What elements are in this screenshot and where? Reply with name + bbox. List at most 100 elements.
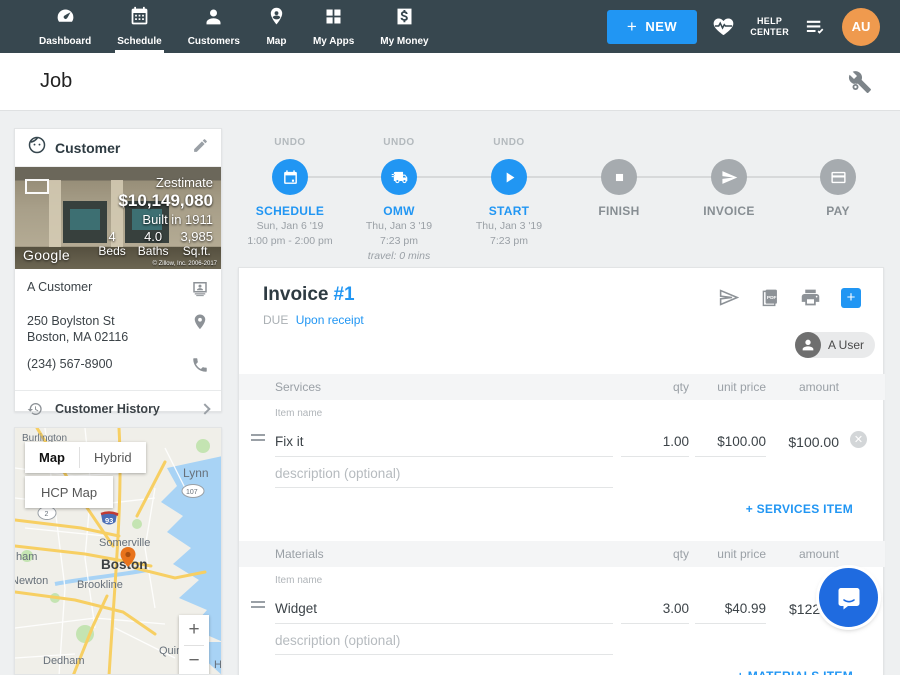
material-qty-input[interactable]: 3.00 [621,592,689,624]
nav-item-label: Schedule [117,36,161,47]
step-time: 1:00 pm - 2:00 pm [230,235,350,248]
map-type-map[interactable]: Map [25,442,79,473]
due-value-link[interactable]: Upon receipt [296,313,364,327]
zestimate-value: $10,149,080 [98,191,213,211]
print-icon[interactable] [800,287,821,308]
zestimate-label: Zestimate [98,175,213,190]
map-widget[interactable]: Burlington Lynn 107 2 93 Somerville ham … [14,427,222,675]
sqft-label: Sq.ft. [180,244,213,258]
baths-label: Baths [138,244,169,258]
phone-icon[interactable] [191,356,209,379]
invoice-step-button[interactable] [711,159,747,195]
timeline-step-pay: PAY [778,128,898,218]
schedule-step-button[interactable] [272,159,308,195]
map-shield-93: 93 [105,516,113,525]
service-qty-input[interactable]: 1.00 [621,425,689,457]
nav-item-my-money[interactable]: My Money [367,0,441,53]
assignee-chip[interactable]: A User [795,332,875,358]
material-description-input[interactable]: description (optional) [275,627,613,655]
nav-item-customers[interactable]: Customers [175,0,253,53]
delete-service-item-icon[interactable]: ✕ [850,431,867,448]
timeline-step-invoice: INVOICE [669,128,789,218]
location-pin-icon[interactable] [191,313,209,336]
add-invoice-button[interactable]: + [841,288,861,308]
calendar-icon [282,169,299,186]
qty-column-header: qty [621,547,689,561]
finish-step-button[interactable] [601,159,637,195]
edit-pencil-icon[interactable] [192,137,209,159]
undo-link[interactable]: UNDO [230,137,350,151]
pay-step-button[interactable] [820,159,856,195]
page-title: Job [40,70,72,93]
add-services-item-link[interactable]: + SERVICES ITEM [746,502,853,516]
invoice-number[interactable]: #1 [333,284,354,305]
customer-history-row[interactable]: Customer History [15,390,221,426]
step-label: SCHEDULE [230,204,350,218]
map-label-newton: Newton [15,575,48,587]
timeline-step-omw: UNDO OMW Thu, Jan 3 '19 7:23 pm travel: … [339,128,459,263]
undo-link[interactable]: UNDO [449,137,569,151]
start-step-button[interactable] [491,159,527,195]
apps-grid-icon [323,6,344,32]
property-photo: Zestimate $10,149,080 Built in 1911 4Bed… [15,167,221,269]
service-description-input[interactable]: description (optional) [275,460,613,488]
drag-handle-icon[interactable] [251,434,265,444]
undo-spacer [778,137,898,151]
stop-icon [611,169,628,186]
map-pin-icon [266,6,287,32]
invoice-title: Invoice#1 [263,284,355,306]
map-label-dedham: Dedham [43,655,85,667]
help-center-button[interactable]: HELP CENTER [750,16,789,38]
nav-item-label: My Apps [313,36,354,47]
new-button[interactable]: + NEW [607,10,697,44]
send-invoice-icon[interactable] [718,287,739,308]
plus-icon: + [627,17,637,37]
job-tools-wrench-icon[interactable] [848,70,872,94]
customer-address-row: 250 Boylston StBoston, MA 02116 [27,313,209,345]
map-type-toggle: Map Hybrid [25,442,146,473]
customer-details: A Customer 250 Boylston StBoston, MA 021… [15,269,221,379]
map-type-hybrid[interactable]: Hybrid [80,442,146,473]
map-zoom-control: + − [179,615,209,675]
nav-item-dashboard[interactable]: Dashboard [26,0,104,53]
customer-phone-row: (234) 567-8900 [27,356,209,379]
undo-link[interactable]: UNDO [339,137,459,151]
pdf-icon[interactable]: PDF [759,287,780,308]
nav-item-schedule[interactable]: Schedule [104,0,174,53]
step-date: Thu, Jan 3 '19 [449,220,569,233]
map-shield-107: 107 [186,489,198,496]
services-section-header: Services qty unit price amount [239,374,885,400]
map-zoom-in-button[interactable]: + [179,615,209,645]
baths-value: 4.0 [138,229,169,244]
map-label-ham: ham [16,551,37,563]
beds-value: 4 [98,229,125,244]
drag-handle-icon[interactable] [251,601,265,611]
user-avatar[interactable]: AU [842,8,880,46]
add-materials-item-link[interactable]: + MATERIALS ITEM [737,669,853,675]
help-center-line1: HELP [750,16,789,27]
truck-icon [391,169,408,186]
materials-section-header: Materials qty unit price amount [239,541,885,567]
material-item-name-input[interactable]: Widget [275,592,613,624]
street-view-icon[interactable] [25,179,49,194]
heart-pulse-icon[interactable] [712,15,735,38]
material-unit-price-input[interactable]: $40.99 [695,592,766,624]
timeline-step-start: UNDO START Thu, Jan 3 '19 7:23 pm [449,128,569,248]
customer-address: 250 Boylston StBoston, MA 02116 [27,313,128,345]
help-center-line2: CENTER [750,27,789,38]
nav-actions: + NEW HELP CENTER AU [607,8,880,46]
hcp-map-button[interactable]: HCP Map [25,476,113,508]
service-item-name-input[interactable]: Fix it [275,425,613,457]
nav-item-map[interactable]: Map [253,0,300,53]
map-zoom-out-button[interactable]: − [179,646,209,675]
map-label-lynn: Lynn [183,466,209,480]
omw-step-button[interactable] [381,159,417,195]
dashboard-gauge-icon [55,6,76,32]
map-label-somerville: Somerville [99,537,150,549]
map-shield-2: 2 [45,511,49,518]
activity-list-icon[interactable] [804,15,827,38]
contact-card-icon[interactable] [191,279,209,302]
customer-phone: (234) 567-8900 [27,356,112,372]
nav-item-my-apps[interactable]: My Apps [300,0,367,53]
chat-fab[interactable] [819,568,878,627]
